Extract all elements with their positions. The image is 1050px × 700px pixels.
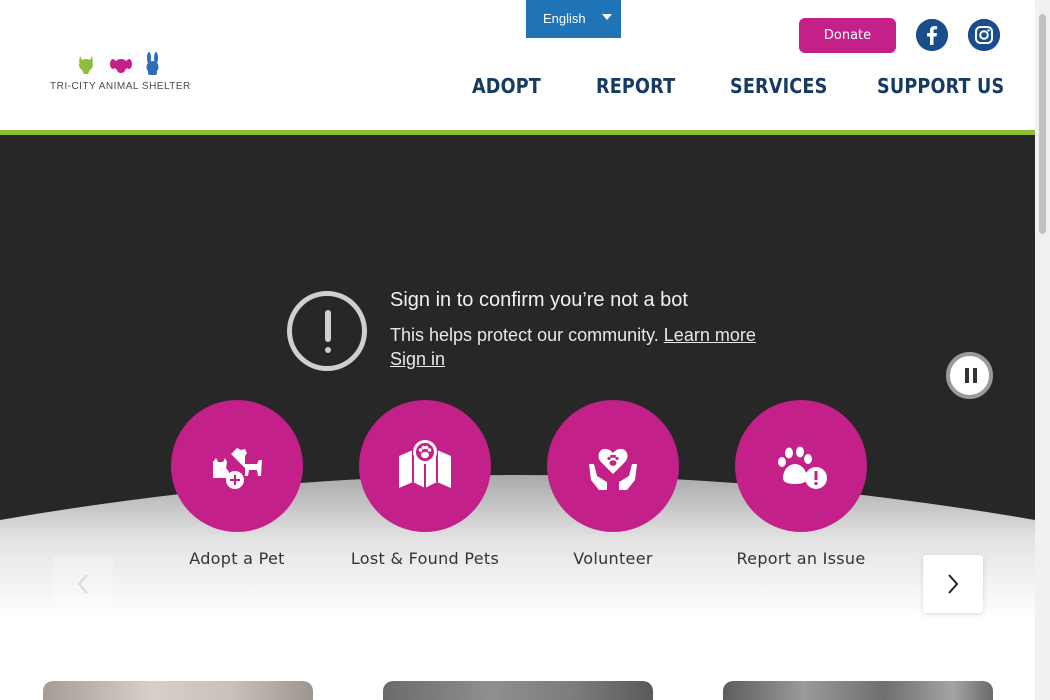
nav-report[interactable]: REPORT (596, 74, 675, 98)
bot-check-title: Sign in to confirm you’re not a bot (390, 289, 688, 311)
map-paw-icon (399, 440, 451, 488)
nav-support-us[interactable]: SUPPORT US (877, 74, 1004, 98)
pause-button[interactable] (946, 352, 993, 399)
quick-link-adopt[interactable]: Adopt a Pet (152, 400, 322, 570)
quick-link-circle (359, 400, 491, 532)
donate-button[interactable]: Donate (799, 18, 896, 53)
chevron-down-icon (602, 14, 612, 20)
feature-card-image[interactable] (43, 681, 313, 700)
learn-more-link[interactable]: Learn more (664, 325, 756, 345)
alert-icon (287, 291, 367, 371)
sign-in-link[interactable]: Sign in (390, 349, 445, 370)
quick-link-label: Adopt a Pet (189, 549, 285, 568)
quick-link-label: Volunteer (573, 549, 653, 568)
quick-link-lost-found[interactable]: Lost & Found Pets (340, 400, 510, 570)
site-logo[interactable]: TRI-CITY ANIMAL SHELTER (50, 52, 195, 94)
page: TRI-CITY ANIMAL SHELTER English Donate A… (0, 0, 1050, 700)
chevron-left-icon (77, 574, 88, 594)
carousel-next-button[interactable] (923, 555, 983, 613)
heart-hands-icon (589, 448, 637, 490)
feature-card-image[interactable] (383, 681, 653, 700)
quick-link-circle (547, 400, 679, 532)
quick-link-report-issue[interactable]: Report an Issue (716, 400, 886, 570)
chevron-right-icon (948, 574, 959, 594)
nav-services[interactable]: SERVICES (730, 74, 827, 98)
paw-alert-icon (778, 446, 827, 489)
feature-card-image[interactable] (723, 681, 993, 700)
quick-link-volunteer[interactable]: Volunteer (528, 400, 698, 570)
bot-check-text: This helps protect our community. Learn … (390, 325, 756, 346)
quick-link-label: Lost & Found Pets (350, 549, 500, 568)
logo-text: TRI-CITY ANIMAL SHELTER (50, 81, 191, 92)
nav-adopt[interactable]: ADOPT (472, 74, 541, 98)
pets-adopt-icon (213, 448, 262, 489)
logo-animals-icon (79, 52, 159, 75)
bot-check-sub: This helps protect our community. (390, 325, 659, 345)
language-select[interactable]: English (526, 0, 621, 38)
language-label: English (543, 11, 586, 26)
facebook-icon[interactable] (916, 19, 948, 51)
site-header: TRI-CITY ANIMAL SHELTER English Donate A… (0, 0, 1035, 130)
quick-link-circle (735, 400, 867, 532)
scrollbar-thumb[interactable] (1039, 14, 1046, 234)
quick-link-label: Report an Issue (736, 549, 866, 568)
page-scrollbar[interactable] (1035, 0, 1050, 700)
quick-link-circle (171, 400, 303, 532)
instagram-icon[interactable] (968, 19, 1000, 51)
pause-icon (965, 368, 969, 383)
carousel-prev-button[interactable] (53, 555, 113, 613)
